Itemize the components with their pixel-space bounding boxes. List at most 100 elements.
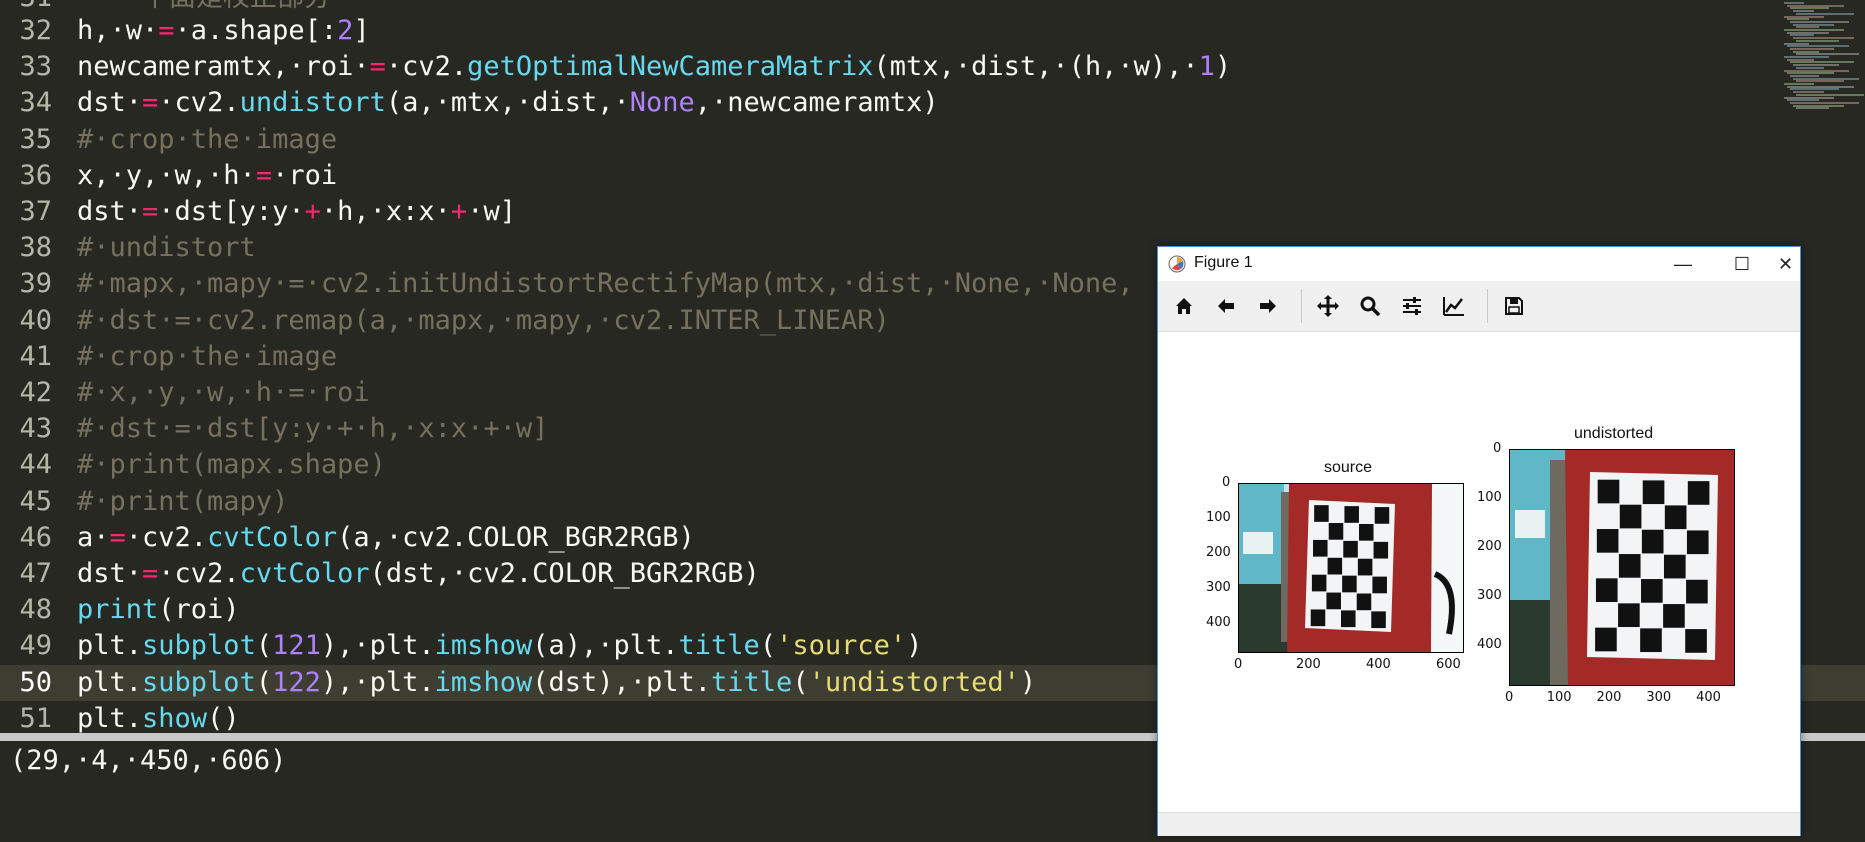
line-code: #·x,·y,·w,·h·=·roi (77, 375, 370, 411)
code-line[interactable]: 36 x,·y,·w,·h·=·roi (0, 158, 1865, 194)
toolbar-separator (1301, 289, 1302, 323)
board-square (1685, 629, 1707, 653)
code-token: ·cv2. (158, 87, 240, 119)
line-code: plt.subplot(121),·plt.imshow(a),·plt.tit… (77, 628, 922, 664)
code-line[interactable]: 33 newcameramtx,·roi·=·cv2.getOptimalNewC… (0, 49, 1865, 85)
x-tick-label: 400 (1366, 657, 1391, 672)
y-tick-label: 0 (1222, 475, 1231, 490)
pan-icon[interactable] (1310, 289, 1346, 323)
minimap-line (1790, 47, 1834, 50)
code-token: ] (353, 15, 370, 46)
minimap-line (1790, 88, 1839, 91)
line-code: #·undistort (77, 230, 256, 266)
image-axes-undistorted[interactable] (1509, 449, 1735, 686)
code-token: show (142, 702, 208, 733)
line-number: 36 (19, 159, 52, 191)
board-square (1328, 523, 1344, 540)
code-token: dst· (77, 196, 143, 227)
code-token: ),·plt. (320, 630, 435, 662)
board-square (1663, 554, 1686, 579)
edit-axis-icon[interactable] (1436, 289, 1472, 323)
code-token: ( (255, 630, 273, 662)
close-button[interactable]: ✕ (1771, 247, 1800, 281)
code-token: = (369, 51, 386, 83)
minimap-line (1784, 69, 1849, 72)
code-line[interactable]: 34 dst·=·cv2.undistort(a,·mtx,·dist,·None… (0, 85, 1865, 121)
maximize-button[interactable]: ☐ (1713, 247, 1771, 281)
minimap-line (1793, 64, 1839, 67)
minimap-line (1787, 58, 1814, 61)
minimap-line (1793, 10, 1814, 13)
board-square (1374, 507, 1390, 524)
code-token: ( (759, 630, 777, 662)
board-square (1372, 576, 1387, 594)
board-square (1357, 558, 1373, 576)
code-line[interactable]: 35 #·crop·the·image (0, 122, 1865, 158)
back-icon[interactable] (1208, 289, 1244, 323)
line-number: 33 (19, 51, 52, 83)
forward-icon[interactable] (1250, 289, 1286, 323)
board-square (1597, 479, 1620, 504)
x-tick-label: 0 (1505, 690, 1514, 705)
minimap-line (1793, 50, 1819, 53)
board-square (1640, 628, 1662, 653)
code-token: (dst,·cv2.COLOR_BGR2RGB) (369, 558, 760, 589)
image-axes-source[interactable] (1238, 483, 1464, 653)
line-code: #·dst·=·cv2.remap(a,·mapx,·mapy,·cv2.INT… (77, 303, 890, 339)
line-number: 44 (19, 449, 52, 481)
code-token: 下面是校正部分 (77, 0, 331, 13)
minimap-line (1796, 53, 1859, 56)
zoom-icon[interactable] (1352, 289, 1388, 323)
code-token: x,·y,·w,·h· (77, 159, 256, 191)
toolbar-separator (1487, 289, 1488, 323)
x-tick-label: 100 (1546, 690, 1572, 705)
code-token: (mtx,·dist,·(h,·w),· (873, 51, 1199, 83)
code-token: (a,·mtx,·dist,· (385, 87, 630, 119)
minimap-line (1784, 96, 1834, 99)
y-tick-label: 100 (1206, 510, 1231, 525)
line-number: 39 (19, 268, 52, 300)
code-token: = (142, 87, 159, 119)
line-number: 51 (19, 702, 52, 733)
minimap-line (1784, 15, 1824, 18)
minimap-line (1784, 29, 1844, 31)
minimap-line (1796, 107, 1829, 110)
line-number: 41 (19, 340, 52, 372)
code-token: #·print(mapy) (77, 485, 289, 517)
minimap-line (1790, 20, 1849, 23)
save-icon[interactable] (1496, 289, 1532, 323)
minimize-button[interactable]: — (1654, 247, 1712, 281)
code-token: 'undistorted' (808, 666, 1020, 698)
code-token: ·cv2. (385, 51, 468, 83)
line-number: 42 (19, 377, 52, 408)
configure-subplots-icon[interactable] (1394, 289, 1430, 323)
code-token: = (109, 521, 126, 553)
plot-title-undistorted: undistorted (1574, 425, 1654, 442)
x-tick-label: 300 (1646, 690, 1672, 705)
figure-toolbar (1158, 281, 1800, 332)
code-token: ( (792, 666, 809, 698)
board-square (1341, 610, 1356, 628)
figure-window[interactable]: Figure 1 — ☐ ✕ source 0 200 400 600 0 10… (1157, 246, 1801, 836)
minimap[interactable] (1780, 0, 1865, 120)
code-token: = (255, 159, 273, 191)
figure-canvas[interactable]: source 0 200 400 600 0 100 200 300 400 undistort… (1158, 332, 1800, 812)
home-icon[interactable] (1166, 289, 1202, 323)
code-token: imshow (434, 630, 533, 662)
code-token: None (629, 87, 695, 119)
code-token: h,·w· (77, 15, 159, 46)
board-square (1326, 592, 1341, 610)
board-square (1311, 574, 1327, 592)
code-line[interactable]: 32 h,·w·=·a.shape[:2] (0, 13, 1865, 49)
window-titlebar[interactable]: Figure 1 — ☐ ✕ (1158, 247, 1800, 281)
minimap-line (1793, 104, 1844, 107)
code-line[interactable]: 37 dst·=·dst[y:y·+·h,·x:x·+·w] (0, 194, 1865, 230)
code-token: cvtColor (239, 558, 370, 589)
line-number: 48 (19, 594, 52, 626)
code-token: cvtColor (207, 521, 338, 553)
board-square (1641, 529, 1664, 554)
line-number: 45 (19, 485, 52, 517)
code-token: ) (906, 630, 923, 662)
minimap-line (1790, 74, 1819, 77)
code-token: ),·plt. (320, 666, 435, 698)
